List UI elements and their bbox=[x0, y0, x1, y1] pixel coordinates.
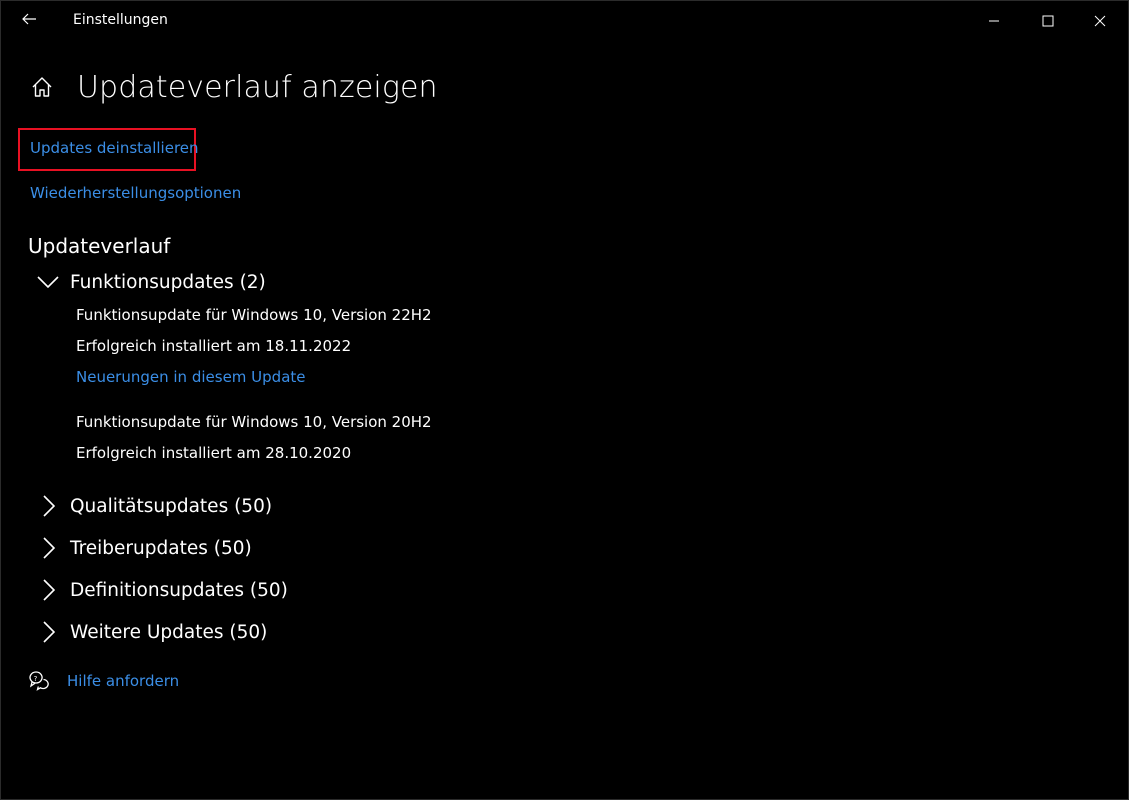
chevron-right-icon bbox=[37, 621, 59, 643]
svg-text:?: ? bbox=[34, 675, 38, 683]
whats-new-link[interactable]: Neuerungen in diesem Update bbox=[76, 368, 306, 386]
group-driver-updates[interactable]: Treiberupdates (50) bbox=[37, 534, 252, 562]
group-label: Treiberupdates (50) bbox=[70, 537, 252, 559]
group-label: Weitere Updates (50) bbox=[70, 621, 268, 643]
group-other-updates[interactable]: Weitere Updates (50) bbox=[37, 618, 267, 646]
maximize-button[interactable] bbox=[1025, 1, 1071, 41]
chevron-right-icon bbox=[37, 579, 59, 601]
group-label: Definitionsupdates (50) bbox=[70, 579, 288, 601]
update-history-heading: Updateverlauf bbox=[28, 234, 171, 258]
group-label: Qualitätsupdates (50) bbox=[70, 495, 273, 517]
group-quality-updates[interactable]: Qualitätsupdates (50) bbox=[37, 492, 272, 520]
close-icon bbox=[1094, 12, 1106, 31]
update-item-name: Funktionsupdate für Windows 10, Version … bbox=[76, 413, 432, 431]
group-label: Funktionsupdates (2) bbox=[70, 271, 266, 293]
get-help[interactable]: ? Hilfe anfordern bbox=[28, 670, 179, 692]
minimize-button[interactable] bbox=[971, 1, 1017, 41]
help-chat-icon: ? bbox=[28, 670, 50, 692]
update-item-status: Erfolgreich installiert am 18.11.2022 bbox=[76, 337, 352, 355]
page-header: Updateverlauf anzeigen bbox=[29, 65, 438, 109]
page-title: Updateverlauf anzeigen bbox=[77, 69, 438, 105]
update-item-status: Erfolgreich installiert am 28.10.2020 bbox=[76, 444, 352, 462]
group-feature-updates[interactable]: Funktionsupdates (2) bbox=[37, 268, 266, 296]
back-button[interactable] bbox=[9, 6, 49, 36]
maximize-icon bbox=[1042, 12, 1054, 31]
close-button[interactable] bbox=[1077, 1, 1123, 41]
chevron-right-icon bbox=[37, 495, 59, 517]
settings-window: Einstellungen Updateverlauf anzeigen Upd… bbox=[0, 0, 1129, 800]
chevron-right-icon bbox=[37, 537, 59, 559]
title-bar: Einstellungen bbox=[1, 1, 1128, 41]
chevron-down-icon bbox=[37, 271, 59, 293]
group-definition-updates[interactable]: Definitionsupdates (50) bbox=[37, 576, 288, 604]
window-title: Einstellungen bbox=[73, 12, 168, 28]
recovery-options-link[interactable]: Wiederherstellungsoptionen bbox=[30, 184, 241, 202]
update-item-name: Funktionsupdate für Windows 10, Version … bbox=[76, 306, 432, 324]
home-icon[interactable] bbox=[29, 74, 55, 100]
get-help-link[interactable]: Hilfe anfordern bbox=[67, 672, 179, 690]
minimize-icon bbox=[988, 12, 1000, 31]
back-arrow-icon bbox=[21, 11, 37, 31]
uninstall-updates-link[interactable]: Updates deinstallieren bbox=[30, 139, 199, 157]
